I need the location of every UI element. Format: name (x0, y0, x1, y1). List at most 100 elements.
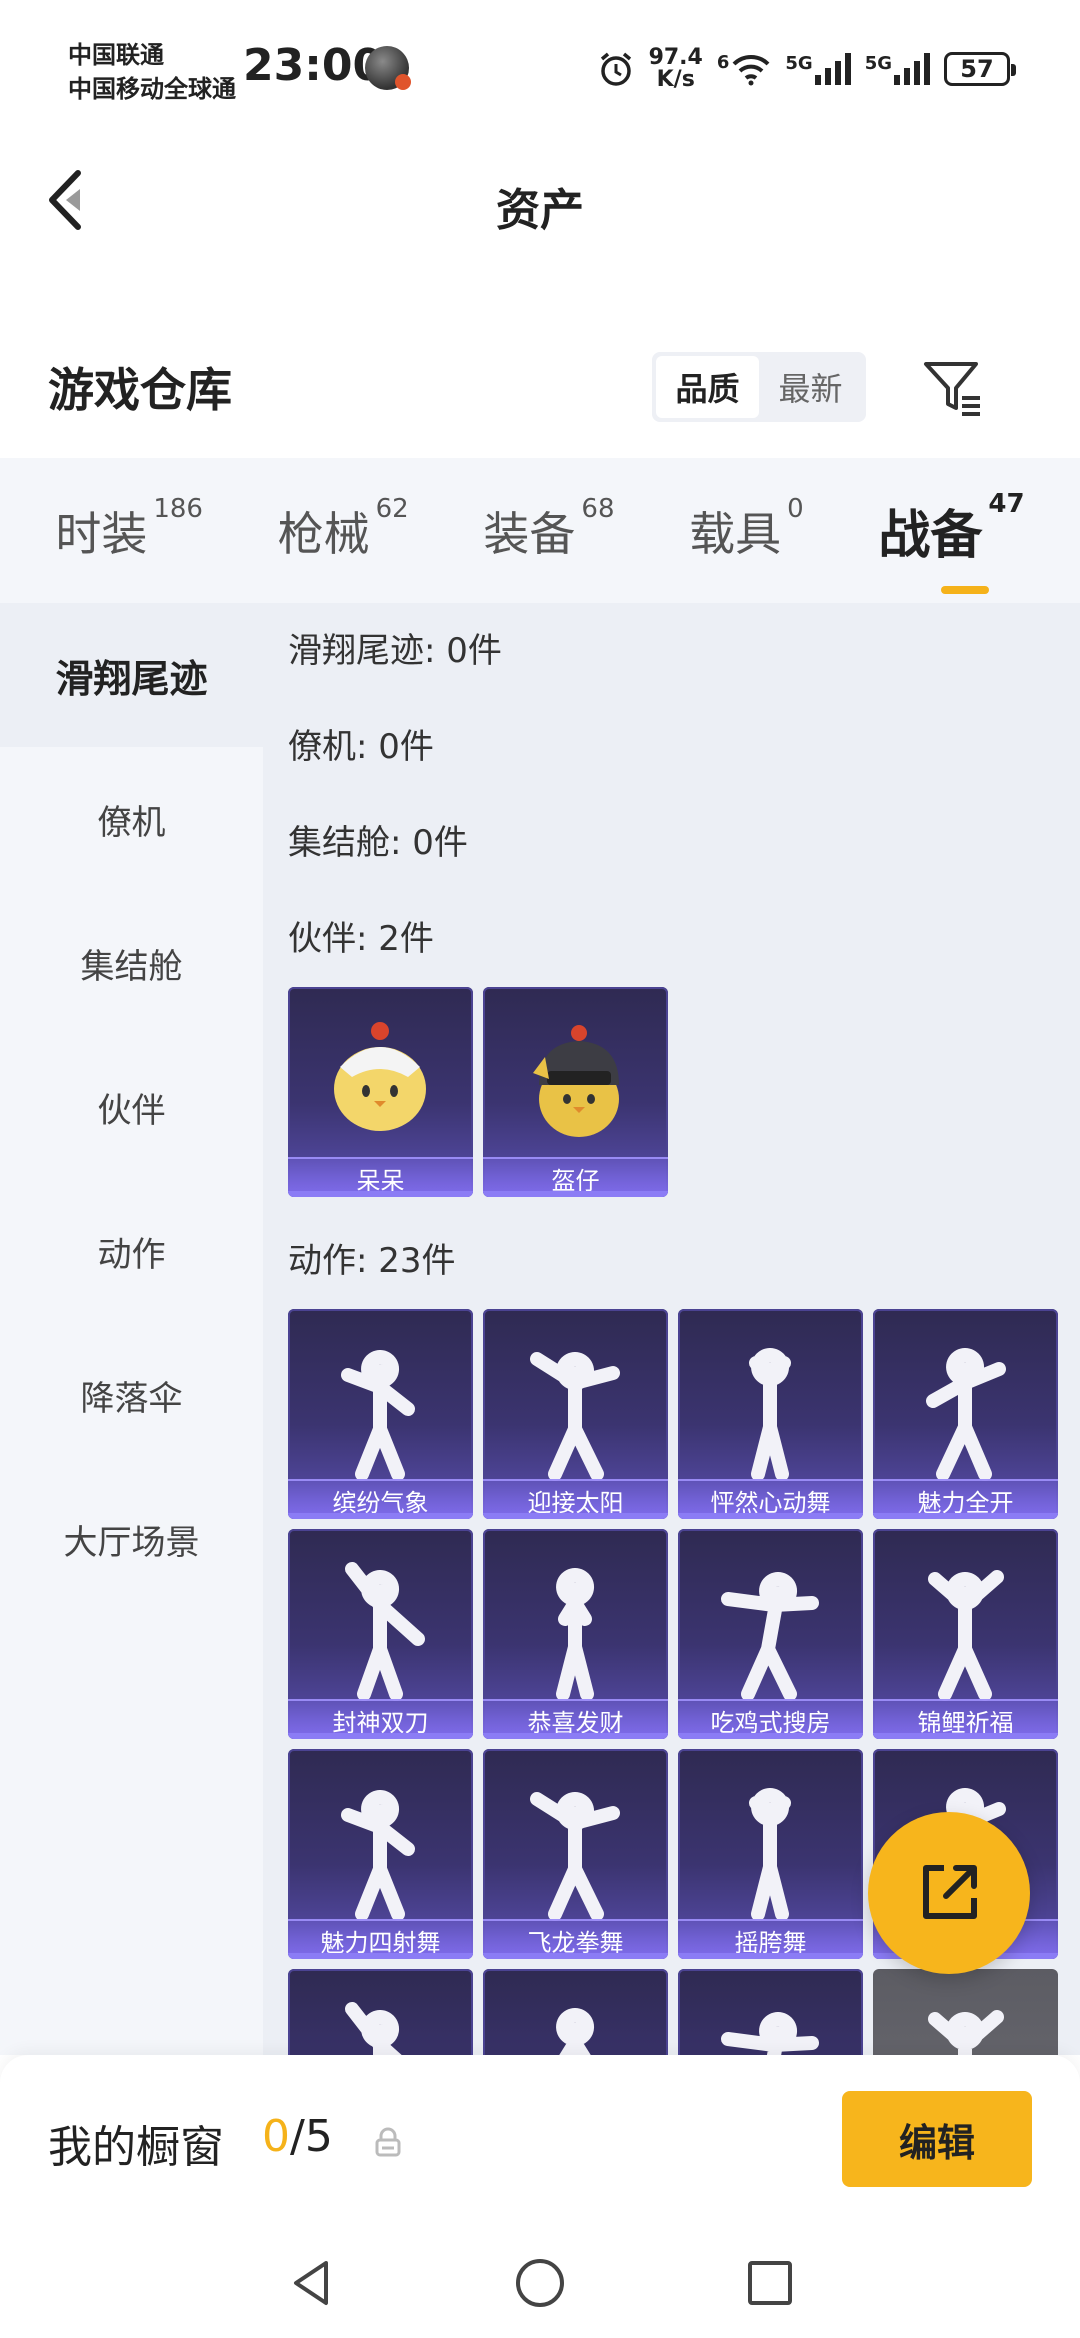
system-recents-icon[interactable] (742, 2255, 798, 2311)
sort-quality[interactable]: 品质 (656, 356, 759, 418)
emote-card[interactable] (288, 1969, 473, 2055)
dancer-silhouette-icon (556, 1568, 595, 1701)
emote-card[interactable]: 飞龙拳舞 (483, 1749, 668, 1959)
emote-card[interactable]: 魅力全开 (873, 1309, 1058, 1519)
status-time: 23:00 (243, 40, 384, 91)
emote-card[interactable] (483, 1969, 668, 2055)
card-name: 怦然心动舞 (678, 1479, 863, 1519)
emote-card[interactable]: 吃鸡式搜房 (678, 1529, 863, 1739)
showcase-bar: 我的橱窗 0/5 编辑 (0, 2055, 1080, 2223)
card-name: 魅力四射舞 (288, 1919, 473, 1959)
tab-count: 62 (375, 493, 409, 524)
card-name: 飞龙拳舞 (483, 1919, 668, 1959)
network-speed: 97.4 K/s (649, 47, 703, 91)
dancer-silhouette-icon (556, 2008, 595, 2055)
showcase-used: 0 (262, 2111, 290, 2162)
system-navigation (0, 2223, 1080, 2338)
partner-card[interactable]: 盔仔 (483, 987, 668, 1197)
category-tabs: 时装 186 枪械 62 装备 68 载具 0 战备 47 (0, 458, 1080, 603)
showcase-total: /5 (290, 2111, 333, 2162)
dancer-silhouette-icon (928, 1570, 1004, 1701)
partner-card[interactable]: 呆呆 (288, 987, 473, 1197)
dancer-silhouette-icon (341, 1350, 415, 1481)
sidebar-item-glide-trail[interactable]: 滑翔尾迹 (0, 603, 263, 747)
filter-icon[interactable] (920, 356, 984, 420)
battery-level: 57 (960, 55, 994, 83)
emote-card[interactable]: 迎接太阳 (483, 1309, 668, 1519)
tab-vehicles[interactable]: 载具 0 (689, 494, 804, 564)
tab-guns[interactable]: 枪械 62 (277, 494, 409, 564)
system-home-icon[interactable] (512, 2255, 568, 2311)
emote-card[interactable] (678, 1969, 863, 2055)
signal-1: 5G (785, 53, 851, 85)
emote-card[interactable]: 魅力四射舞 (288, 1749, 473, 1959)
tab-label: 枪械 (277, 506, 370, 561)
dancer-silhouette-icon (341, 1790, 415, 1921)
share-button[interactable] (868, 1812, 1030, 1974)
emote-card[interactable]: 封神双刀 (288, 1529, 473, 1739)
emote-card[interactable] (873, 1969, 1058, 2055)
emote-card[interactable]: 恭喜发财 (483, 1529, 668, 1739)
sort-newest[interactable]: 最新 (759, 356, 862, 418)
wifi-indicator: 6 (717, 52, 772, 86)
signal-bars-icon (814, 53, 851, 85)
sidebar-item-lobby-scene[interactable]: 大厅场景 (0, 1467, 263, 1611)
signal-2: 5G (865, 53, 930, 85)
sidebar-item-partner[interactable]: 伙伴 (0, 1035, 263, 1179)
section-title: 游戏仓库 (48, 363, 232, 417)
nav-bar: 资产 (0, 130, 1080, 270)
helmet-chick-partner-icon (533, 1025, 619, 1137)
emote-card[interactable]: 摇胯舞 (678, 1749, 863, 1959)
signal-2-label: 5G (864, 53, 892, 74)
card-name: 摇胯舞 (678, 1919, 863, 1959)
group-label-emote: 动作: 23件 (288, 1241, 456, 1281)
signal-bars-icon (894, 53, 930, 85)
partner-grid: 呆呆 盔仔 (288, 987, 1068, 1197)
chick-partner-icon (334, 1022, 426, 1131)
card-name: 魅力全开 (873, 1479, 1058, 1519)
sidebar-item-parachute[interactable]: 降落伞 (0, 1323, 263, 1467)
dancer-silhouette-icon (530, 1352, 620, 1481)
emote-card[interactable]: 怦然心动舞 (678, 1309, 863, 1519)
page-title: 资产 (496, 185, 584, 236)
card-name: 封神双刀 (288, 1699, 473, 1739)
dancer-silhouette-icon (928, 2010, 1004, 2055)
card-name: 盔仔 (483, 1157, 668, 1197)
sidebar-item-wingman[interactable]: 僚机 (0, 747, 263, 891)
sort-toggle: 品质 最新 (652, 352, 866, 422)
dancer-silhouette-icon (749, 1788, 791, 1921)
subcategory-sidebar: 滑翔尾迹 僚机 集结舱 伙伴 动作 降落伞 大厅场景 (0, 603, 263, 2055)
tab-fashion[interactable]: 时装 186 (55, 494, 203, 564)
network-speed-unit: K/s (656, 67, 695, 92)
dancer-silhouette-icon (721, 2012, 819, 2055)
tab-count: 47 (988, 489, 1025, 519)
network-speed-value: 97.4 (648, 45, 703, 70)
tab-label: 时装 (55, 506, 148, 561)
card-name: 吃鸡式搜房 (678, 1699, 863, 1739)
sidebar-item-rally-pod[interactable]: 集结舱 (0, 891, 263, 1035)
dancer-silhouette-icon (345, 1562, 425, 1701)
emote-card[interactable]: 缤纷气象 (288, 1309, 473, 1519)
group-label-wingman: 僚机: 0件 (288, 727, 434, 767)
share-icon (923, 1865, 977, 1919)
status-indicators: 97.4 K/s 6 5G 5G 57 (597, 44, 1016, 94)
sidebar-item-emote[interactable]: 动作 (0, 1179, 263, 1323)
card-name: 锦鲤祈福 (873, 1699, 1058, 1739)
tab-battle-prep[interactable]: 战备 47 (878, 489, 1025, 594)
alarm-icon (600, 52, 631, 86)
tab-count: 186 (153, 493, 203, 524)
system-back-icon[interactable] (284, 2255, 340, 2311)
dancer-silhouette-icon (749, 1348, 791, 1481)
lock-icon (375, 2127, 401, 2157)
carrier-info: 中国联通 中国移动全球通 (68, 38, 236, 106)
tab-label: 装备 (483, 506, 576, 561)
dancer-silhouette-icon (926, 1348, 1006, 1481)
tab-label: 载具 (689, 506, 782, 561)
tab-equipment[interactable]: 装备 68 (483, 494, 614, 564)
card-name: 呆呆 (288, 1157, 473, 1197)
edit-button[interactable]: 编辑 (842, 2091, 1032, 2187)
wifi-label: 6 (716, 52, 730, 73)
emote-card[interactable]: 锦鲤祈福 (873, 1529, 1058, 1739)
tab-label: 战备 (878, 506, 983, 566)
group-label-glide-trail: 滑翔尾迹: 0件 (288, 631, 502, 671)
